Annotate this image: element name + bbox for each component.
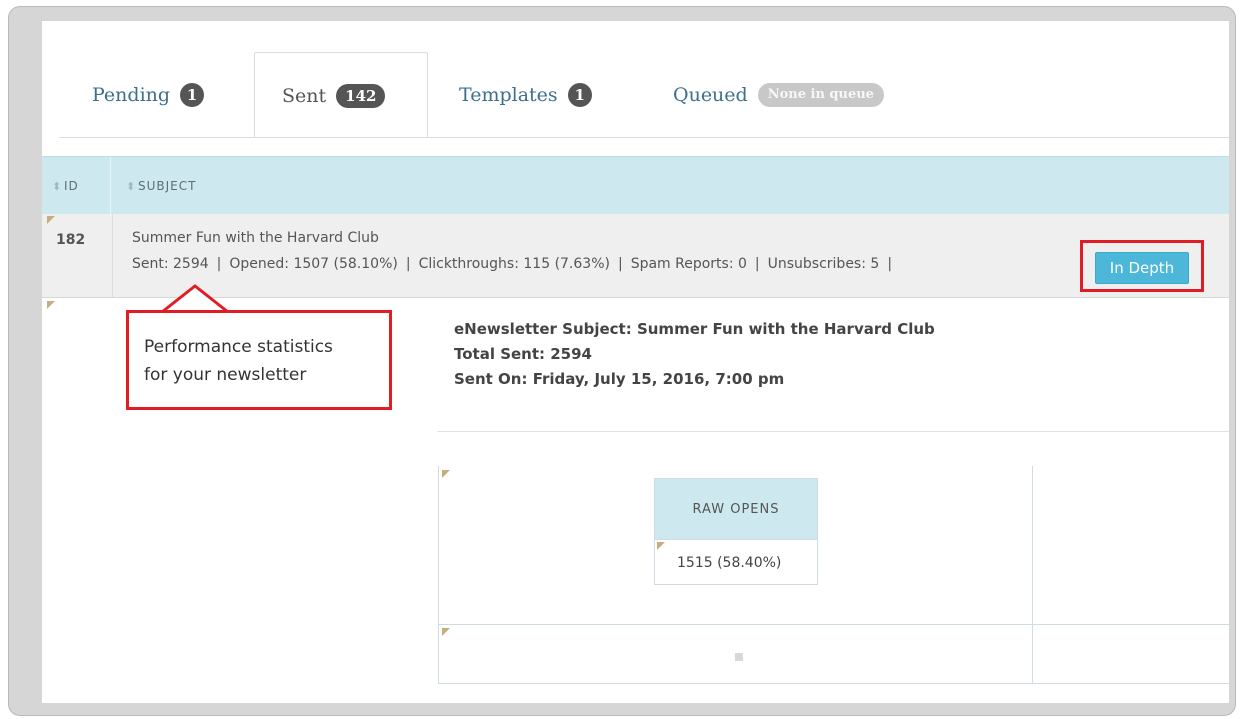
column-id-label: ID: [64, 179, 79, 193]
detail-sent-on: Sent On: Friday, July 15, 2016, 7:00 pm: [454, 370, 785, 388]
in-depth-button[interactable]: In Depth: [1095, 252, 1189, 284]
tab-templates[interactable]: Templates 1: [459, 53, 592, 137]
grid-row-divider: [439, 624, 1229, 625]
raw-opens-table: RAW OPENS 1515 (58.40%): [654, 478, 818, 585]
stat-sent: Sent: 2594: [132, 256, 209, 272]
sort-icon: ⬍: [126, 179, 137, 193]
detail-total-sent: Total Sent: 2594: [454, 345, 592, 363]
raw-opens-value: 1515 (58.40%): [677, 554, 782, 571]
tab-divider: [59, 137, 1229, 138]
detail-subject: eNewsletter Subject: Summer Fun with the…: [454, 320, 935, 338]
grid-column-divider: [1032, 466, 1033, 684]
tab-bar: Pending 1 Sent 142 Templates 1 Queued No…: [42, 21, 1229, 138]
row-id: 182: [56, 232, 86, 248]
column-id[interactable]: ⬍ ID: [52, 157, 79, 215]
tab-pending[interactable]: Pending 1: [92, 53, 205, 137]
tab-queued-badge: None in queue: [757, 83, 884, 107]
raw-opens-header: RAW OPENS: [655, 479, 817, 540]
row-stats: Sent: 2594 | Opened: 1507 (58.10%) | Clickth…: [132, 256, 900, 272]
annotation-line-1: Performance statistics: [144, 337, 333, 357]
newsletter-details: eNewsletter Subject: Summer Fun with the…: [454, 317, 935, 392]
header-divider: [110, 157, 111, 215]
annotation-line-2: for your newsletter: [144, 365, 307, 385]
tab-queued[interactable]: Queued None in queue: [673, 53, 884, 137]
placeholder-icon: [735, 653, 743, 661]
row-subject[interactable]: Summer Fun with the Harvard Club: [132, 230, 379, 246]
row-divider: [112, 214, 113, 298]
tab-pending-label: Pending: [92, 84, 171, 106]
corner-marker: [47, 216, 55, 224]
tab-sent-badge: 142: [336, 83, 386, 108]
stat-separator: |: [754, 256, 760, 272]
tab-queued-label: Queued: [673, 84, 748, 106]
stats-grid: RAW OPENS 1515 (58.40%): [438, 466, 1229, 684]
stat-spam-reports: Spam Reports: 0: [630, 256, 747, 272]
stat-clickthroughs: Clickthroughs: 115 (7.63%): [418, 256, 610, 272]
stat-separator: |: [216, 256, 222, 272]
sort-icon: ⬍: [52, 179, 63, 193]
corner-marker: [442, 628, 450, 636]
tab-templates-label: Templates: [459, 84, 558, 106]
column-subject-label: SUBJECT: [138, 179, 197, 193]
tab-sent[interactable]: Sent 142: [254, 52, 428, 138]
corner-marker: [442, 470, 450, 478]
stat-opened: Opened: 1507 (58.10%): [229, 256, 398, 272]
corner-marker: [657, 542, 665, 550]
raw-opens-value-cell: 1515 (58.40%): [655, 540, 817, 585]
tab-templates-badge: 1: [567, 83, 592, 107]
stat-separator: |: [617, 256, 623, 272]
table-header: ⬍ ID ⬍ SUBJECT: [42, 156, 1229, 215]
stat-separator: |: [887, 256, 893, 272]
column-subject[interactable]: ⬍ SUBJECT: [126, 157, 196, 215]
corner-marker: [47, 301, 55, 309]
details-divider: [437, 431, 1229, 432]
tab-sent-label: Sent: [282, 84, 327, 107]
stat-separator: |: [405, 256, 411, 272]
window-frame: Pending 1 Sent 142 Templates 1 Queued No…: [8, 6, 1236, 716]
annotation-callout: Performance statistics for your newslett…: [126, 310, 392, 410]
content-panel: Pending 1 Sent 142 Templates 1 Queued No…: [42, 21, 1229, 703]
tab-pending-badge: 1: [180, 83, 205, 107]
stat-unsubscribes: Unsubscribes: 5: [767, 256, 880, 272]
